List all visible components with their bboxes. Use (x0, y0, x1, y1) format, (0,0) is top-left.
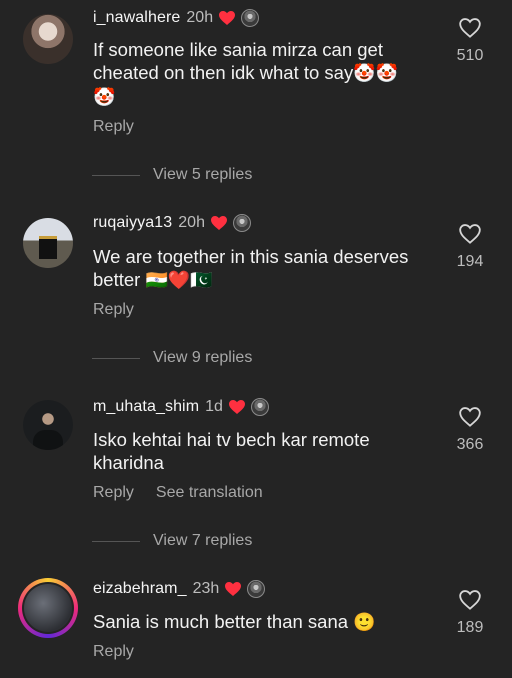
comment-actions: Reply (93, 301, 134, 319)
divider (92, 540, 140, 542)
creator-avatar-icon (247, 580, 266, 598)
comment-actions: Reply See translation (93, 484, 263, 502)
username[interactable]: m_uhata_shim (93, 398, 199, 416)
like-count: 510 (456, 47, 484, 64)
comment-text-body: Sania is much better than sana (93, 611, 349, 632)
reply-button[interactable]: Reply (93, 484, 134, 502)
avatar (22, 582, 74, 634)
clown-emoji: 🤡🤡 (353, 63, 399, 83)
comment-text-line: better (93, 269, 141, 290)
timestamp: 20h (186, 9, 214, 26)
avatar-image (33, 430, 63, 450)
creator-avatar-icon (250, 398, 269, 416)
timestamp: 23h (192, 580, 220, 597)
comment-text-body: If someone like sania mirza can get chea… (93, 39, 383, 83)
comment-text-line: Isko kehtai hai tv bech kar remote (93, 429, 370, 450)
like-count: 189 (456, 619, 484, 636)
like-count: 366 (456, 436, 484, 453)
like-button[interactable]: 189 (448, 590, 492, 637)
view-replies-button[interactable]: View 5 replies (153, 166, 252, 184)
creator-avatar-icon (241, 9, 260, 27)
heart-icon (210, 216, 227, 230)
username[interactable]: ruqaiyya13 (93, 214, 172, 232)
timestamp: 20h (178, 214, 205, 231)
heart-icon (228, 400, 245, 414)
heart-icon (219, 11, 236, 25)
like-count: 194 (456, 253, 484, 270)
comment-header: i_nawalhere 20h (93, 9, 260, 27)
reply-button[interactable]: Reply (93, 643, 134, 661)
avatar[interactable] (23, 218, 73, 268)
like-heart-outline-icon[interactable] (459, 590, 481, 610)
clown-emoji: 🤡 (93, 87, 116, 107)
like-heart-outline-icon[interactable] (459, 224, 481, 244)
like-heart-outline-icon[interactable] (459, 407, 481, 427)
smile-emoji: 🙂 (353, 612, 376, 632)
username[interactable]: i_nawalhere (93, 9, 180, 27)
like-heart-outline-icon[interactable] (459, 18, 481, 38)
comment-text: If someone like sania mirza can get chea… (93, 38, 443, 109)
comment-text: We are together in this sania deserves b… (93, 245, 443, 292)
creator-avatar-icon (232, 214, 251, 232)
comment-text-line: kharidna (93, 452, 164, 473)
reply-button[interactable]: Reply (93, 301, 134, 319)
view-replies-button[interactable]: View 7 replies (153, 532, 252, 550)
avatar[interactable] (23, 400, 73, 450)
avatar[interactable] (23, 14, 73, 64)
like-button[interactable]: 510 (448, 18, 492, 65)
see-translation-button[interactable]: See translation (156, 484, 263, 502)
heart-icon (225, 582, 242, 596)
comment-header: m_uhata_shim 1d (93, 398, 269, 416)
view-replies-row[interactable]: View 9 replies (92, 349, 252, 367)
comment-text-line: We are together in this sania deserves (93, 246, 409, 267)
comment-header: ruqaiyya13 20h (93, 214, 251, 232)
timestamp: 1d (205, 398, 223, 415)
view-replies-row[interactable]: View 7 replies (92, 532, 252, 550)
like-button[interactable]: 194 (448, 224, 492, 271)
avatar-story-ring[interactable] (18, 578, 78, 638)
comment-header: eizabehram_ 23h (93, 580, 266, 598)
comment-actions: Reply (93, 643, 134, 661)
divider (92, 357, 140, 359)
reply-button[interactable]: Reply (93, 118, 134, 136)
avatar-image (24, 584, 72, 632)
view-replies-row[interactable]: View 5 replies (92, 166, 252, 184)
flags-heart-emoji: 🇮🇳❤️🇵🇰 (145, 270, 213, 290)
username[interactable]: eizabehram_ (93, 580, 187, 598)
avatar-image (39, 236, 57, 259)
divider (92, 174, 140, 176)
comment-actions: Reply (93, 118, 134, 136)
like-button[interactable]: 366 (448, 407, 492, 454)
comment-text: Sania is much better than sana 🙂 (93, 610, 443, 634)
view-replies-button[interactable]: View 9 replies (153, 349, 252, 367)
comment-text: Isko kehtai hai tv bech kar remote khari… (93, 428, 443, 474)
